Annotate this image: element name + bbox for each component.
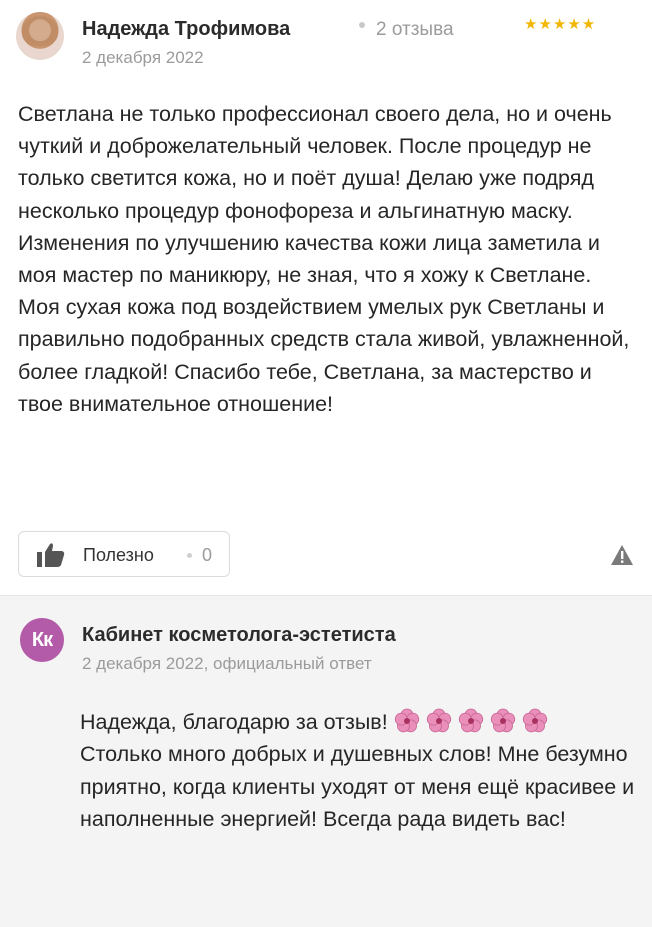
hibiscus-flower-icon (394, 708, 419, 733)
hibiscus-emoji-group (394, 708, 554, 734)
avatar-photo (22, 16, 58, 46)
author-reviews-count[interactable]: 2 отзыва (376, 19, 454, 41)
review-text: Светлана не только профессионал своего д… (18, 102, 630, 416)
rating-stars: ★★★★★ (524, 16, 597, 33)
review-date: 2 декабря 2022 (82, 48, 204, 67)
author-name[interactable]: Надежда Трофимова (82, 18, 290, 41)
business-avatar[interactable]: Кк (20, 618, 64, 662)
hibiscus-flower-icon (426, 708, 451, 733)
helpful-button[interactable]: Полезно 0 (18, 531, 230, 577)
warning-icon[interactable] (610, 544, 634, 566)
hibiscus-flower-icon (458, 708, 483, 733)
helpful-count: 0 (202, 545, 213, 565)
reply-text: Надежда, благодарю за отзыв! Столько мно… (80, 706, 640, 836)
separator-dot (187, 553, 192, 558)
business-name[interactable]: Кабинет косметолога-эстетиста (82, 624, 396, 647)
hibiscus-flower-icon (522, 708, 547, 733)
hibiscus-flower-icon (490, 708, 515, 733)
helpful-label: Полезно (83, 545, 154, 565)
thumbs-up-icon (37, 543, 65, 567)
separator-dot (359, 22, 365, 28)
reply-text-rest: Столько много добрых и душевных слов! Мн… (80, 742, 635, 832)
official-reply: Кк Кабинет косметолога-эстетиста 2 декаб… (0, 595, 652, 927)
author-avatar[interactable] (16, 12, 64, 60)
review-card: Надежда Трофимова 2 отзыва ★★★★★ 2 декаб… (0, 0, 652, 593)
reply-text-start: Надежда, благодарю за отзыв! (80, 710, 388, 734)
reply-meta: 2 декабря 2022, официальный ответ (82, 654, 372, 673)
